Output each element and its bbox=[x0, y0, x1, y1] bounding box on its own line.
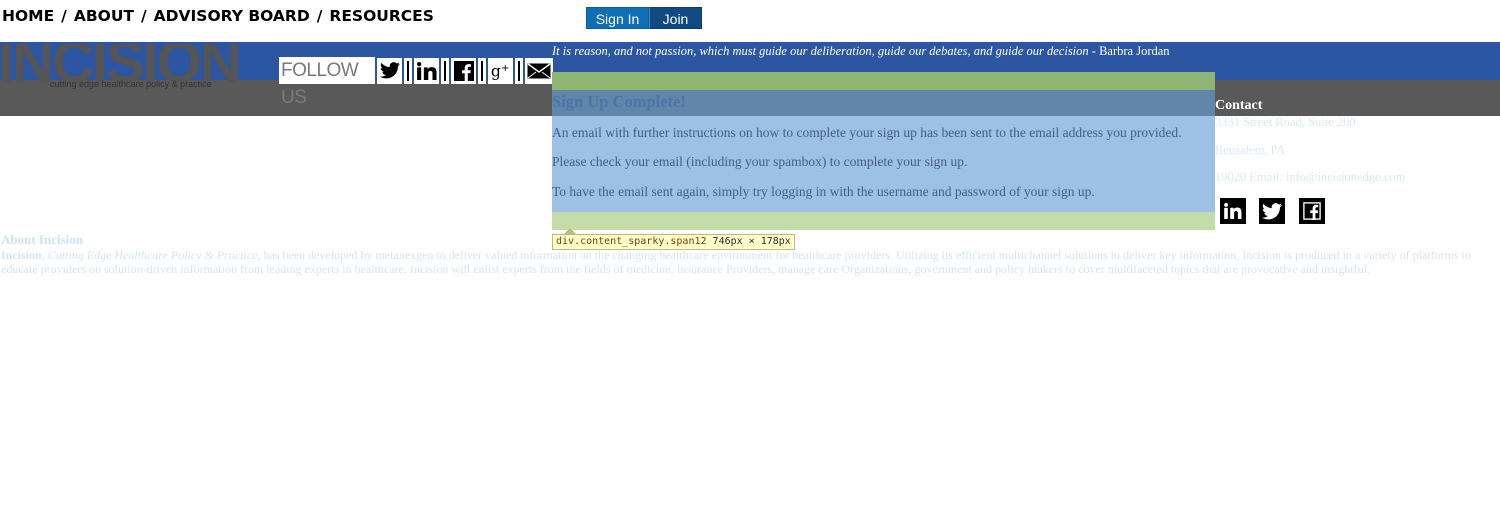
signup-message-line-2: Please check your email (including your … bbox=[552, 154, 968, 169]
signup-complete-panel: Sign Up Complete! An email with further … bbox=[552, 72, 1215, 230]
nav-resources-link[interactable]: RESOURCES bbox=[329, 7, 434, 25]
twitter-icon[interactable] bbox=[377, 57, 402, 84]
facebook-icon[interactable] bbox=[1299, 198, 1325, 224]
google-plus-icon[interactable]: g + bbox=[488, 57, 513, 84]
header-quote: It is reason, and not passion, which mus… bbox=[552, 44, 1170, 59]
linkedin-icon[interactable] bbox=[414, 57, 439, 84]
svg-text:+: + bbox=[501, 63, 509, 74]
contact-heading: Contact bbox=[1215, 98, 1263, 113]
linkedin-icon[interactable] bbox=[1220, 198, 1246, 224]
logo-tagline: cutting edge healthcare policy & practic… bbox=[50, 79, 212, 89]
about-brand: Incision bbox=[1, 248, 42, 262]
signup-complete-title: Sign Up Complete! bbox=[552, 92, 686, 111]
twitter-icon[interactable] bbox=[1259, 198, 1285, 224]
contact-address-line-1: 3331 Street Road, Suite 200 bbox=[1215, 115, 1356, 129]
top-navigation: HOME / ABOUT / ADVISORY BOARD / RESOURCES bbox=[2, 7, 434, 27]
nav-advisory-board-link[interactable]: ADVISORY BOARD bbox=[154, 7, 310, 25]
nav-separator: / bbox=[141, 7, 147, 25]
divider bbox=[441, 57, 449, 84]
sign-in-button[interactable]: Sign In bbox=[586, 7, 649, 29]
about-paragraph: Incision, Cutting Edge Healthcare Policy… bbox=[1, 248, 1471, 276]
nav-separator: / bbox=[61, 7, 67, 25]
follow-us-label: FOLLOW US bbox=[279, 57, 375, 108]
divider bbox=[478, 57, 486, 84]
divider bbox=[515, 57, 523, 84]
nav-home-link[interactable]: HOME bbox=[2, 7, 54, 25]
about-heading: About Incision bbox=[1, 232, 83, 247]
signup-message-line-1: An email with further instructions on ho… bbox=[552, 125, 1182, 140]
quote-author: - Barbra Jordan bbox=[1088, 44, 1170, 58]
nav-about-link[interactable]: ABOUT bbox=[74, 7, 134, 25]
follow-us-bar: FOLLOW US g + bbox=[279, 57, 553, 108]
divider bbox=[404, 57, 412, 84]
join-button[interactable]: Join bbox=[649, 7, 702, 29]
facebook-icon[interactable] bbox=[451, 57, 476, 84]
signup-message-line-3: To have the email sent again, simply try… bbox=[552, 184, 1095, 199]
email-icon[interactable] bbox=[525, 57, 553, 84]
inspector-selector: div.content_sparky.span12 bbox=[556, 236, 707, 247]
inspector-size: 746px × 178px bbox=[712, 236, 791, 247]
quote-text: It is reason, and not passion, which mus… bbox=[552, 44, 1089, 58]
nav-separator: / bbox=[316, 7, 323, 25]
svg-text:g: g bbox=[490, 62, 500, 80]
auth-buttons: Sign In Join bbox=[586, 7, 702, 29]
contact-address-line-2: Bensalem, PA bbox=[1215, 143, 1286, 157]
contact-email-line[interactable]: 19020 Email: info@incisionedge.com bbox=[1215, 170, 1405, 185]
site-logo[interactable]: INCISION cutting edge healthcare policy … bbox=[0, 44, 276, 90]
panel-content: Sign Up Complete! An email with further … bbox=[552, 90, 1215, 212]
panel-padding-top bbox=[552, 72, 1215, 90]
about-brand-tagline: Cutting Edge Healthcare Policy & Practic… bbox=[47, 248, 258, 262]
